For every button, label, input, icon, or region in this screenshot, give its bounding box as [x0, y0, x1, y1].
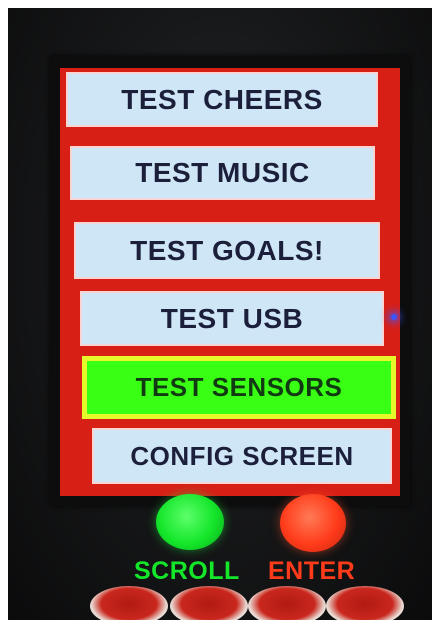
config-screen-button[interactable]: CONFIG SCREEN [92, 428, 392, 484]
enter-button[interactable] [280, 494, 346, 552]
scroll-label: SCROLL [134, 557, 240, 585]
test-cheers-button[interactable]: TEST CHEERS [66, 72, 378, 127]
indicator-led [391, 314, 397, 320]
cup-3 [248, 586, 326, 620]
test-usb-button[interactable]: TEST USB [80, 291, 384, 346]
cup-4 [326, 586, 404, 620]
device-photo: TEST CHEERS TEST MUSIC TEST GOALS! TEST … [8, 8, 432, 620]
scroll-button[interactable] [156, 494, 224, 550]
cup-2 [170, 586, 248, 620]
test-sensors-button[interactable]: TEST SENSORS [82, 356, 396, 419]
test-goals-button[interactable]: TEST GOALS! [74, 222, 380, 279]
test-music-button[interactable]: TEST MUSIC [70, 146, 375, 200]
enter-label: ENTER [268, 557, 356, 585]
cup-1 [90, 586, 168, 620]
